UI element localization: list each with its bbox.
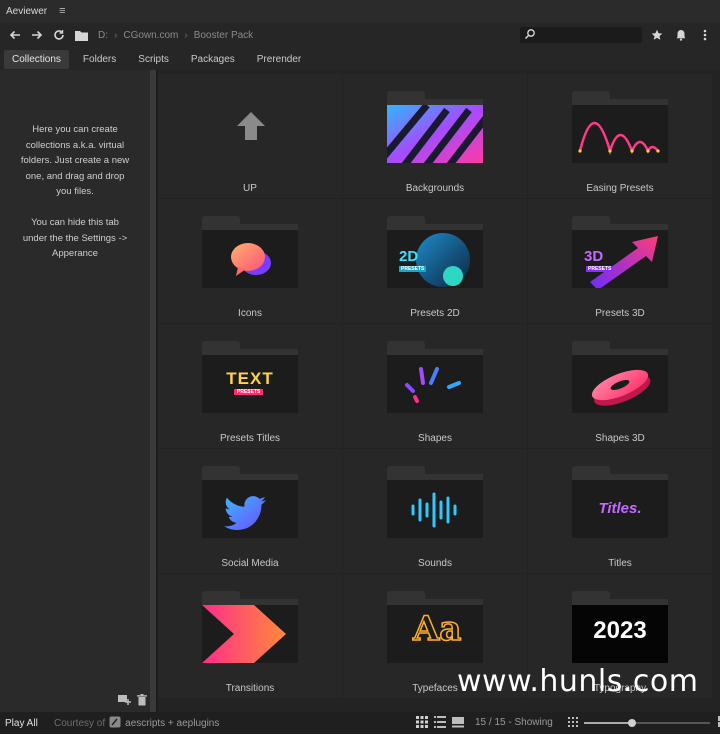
chevron-right-icon: › bbox=[184, 29, 188, 41]
grid-item-label: Shapes 3D bbox=[595, 433, 645, 444]
presets-3d-subbadge: PRESETS bbox=[586, 266, 614, 272]
grid-item-sounds[interactable]: Sounds bbox=[343, 449, 528, 574]
breadcrumb: D: › CGown.com › Booster Pack bbox=[98, 30, 253, 41]
grid-item-titles[interactable]: Titles. Titles bbox=[528, 449, 713, 574]
zoom-slider[interactable] bbox=[584, 716, 712, 730]
star-icon[interactable] bbox=[646, 24, 668, 46]
grid-item-presets-2d[interactable]: 2D PRESETS Presets 2D bbox=[343, 199, 528, 324]
folder-thumbnail: Titles. bbox=[572, 466, 668, 538]
grid-item-presets-3d[interactable]: 3D PRESETS Presets 3D bbox=[528, 199, 713, 324]
folder-thumbnail bbox=[572, 341, 668, 413]
more-vertical-icon[interactable] bbox=[694, 24, 716, 46]
bell-icon[interactable] bbox=[670, 24, 692, 46]
folder-grid: UP Backgrounds Easing Presets Icons 2D P… bbox=[158, 74, 714, 702]
grid-item-label: Shapes bbox=[418, 433, 452, 444]
courtesy-prefix: Courtesy of bbox=[54, 717, 106, 729]
list-view-icon[interactable] bbox=[434, 716, 446, 731]
grid-item-shapes-3d[interactable]: Shapes 3D bbox=[528, 324, 713, 449]
grid-item-up[interactable]: UP bbox=[158, 74, 343, 199]
breadcrumb-folder[interactable]: CGown.com bbox=[123, 30, 178, 41]
item-count: 15 / 15 - Showing bbox=[475, 717, 553, 728]
folder-thumbnail bbox=[387, 341, 483, 413]
typography-badge: 2023 bbox=[593, 617, 647, 644]
grid-item-label: Presets 3D bbox=[595, 308, 645, 319]
grid-item-presets-titles[interactable]: TEXT PRESETS Presets Titles bbox=[158, 324, 343, 449]
search-icon bbox=[524, 28, 536, 43]
title-bar: Aeviewer ≡ bbox=[0, 0, 720, 22]
aescripts-logo-icon bbox=[109, 716, 121, 731]
refresh-icon[interactable] bbox=[48, 24, 70, 46]
grid-item-label: Backgrounds bbox=[405, 183, 465, 194]
folder-thumbnail bbox=[202, 591, 298, 663]
folder-thumbnail: Aa bbox=[387, 591, 483, 663]
grid-item-label: Sounds bbox=[418, 558, 452, 569]
twitter-icon bbox=[224, 496, 266, 530]
toolbar: D: › CGown.com › Booster Pack bbox=[0, 22, 720, 48]
grid-item-label: Transitions bbox=[225, 683, 275, 694]
grid-item-label: Presets 2D bbox=[410, 308, 460, 319]
tab-prerender[interactable]: Prerender bbox=[249, 50, 309, 69]
play-all-button[interactable]: Play All bbox=[0, 718, 46, 729]
grid-item-label: Presets Titles bbox=[219, 433, 281, 444]
text-presets-subbadge: PRESETS bbox=[234, 389, 264, 395]
folder-thumbnail bbox=[572, 91, 668, 163]
tab-collections[interactable]: Collections bbox=[4, 49, 69, 69]
sidebar-help-text: Here you can create collections a.k.a. v… bbox=[20, 124, 130, 259]
tab-scripts[interactable]: Scripts bbox=[130, 50, 177, 69]
small-grid-icon[interactable] bbox=[568, 716, 578, 730]
folder-thumbnail bbox=[202, 466, 298, 538]
grid-item-label: UP bbox=[243, 183, 257, 194]
folder-thumbnail: 2D PRESETS bbox=[387, 216, 483, 288]
presets-2d-subbadge: PRESETS bbox=[399, 266, 427, 272]
grid-item-transitions[interactable]: Transitions bbox=[158, 574, 343, 699]
folder-thumbnail bbox=[387, 91, 483, 163]
chevron-right-icon: › bbox=[114, 29, 118, 41]
trash-icon[interactable] bbox=[137, 694, 147, 709]
add-collection-icon[interactable] bbox=[118, 694, 131, 709]
folder-thumbnail bbox=[202, 216, 298, 288]
grid-item-backgrounds[interactable]: Backgrounds bbox=[343, 74, 528, 199]
status-bar: Play All Courtesy of aescripts + aeplugi… bbox=[0, 712, 720, 734]
presets-2d-badge: 2D bbox=[399, 248, 419, 265]
forward-arrow-icon[interactable] bbox=[26, 24, 48, 46]
tab-packages[interactable]: Packages bbox=[183, 50, 243, 69]
breadcrumb-drive[interactable]: D: bbox=[98, 30, 108, 41]
grid-item-social-media[interactable]: Social Media bbox=[158, 449, 343, 574]
watermark-text: www.hunls.com bbox=[457, 664, 699, 699]
grid-item-shapes[interactable]: Shapes bbox=[343, 324, 528, 449]
breadcrumb-current[interactable]: Booster Pack bbox=[194, 30, 253, 41]
hamburger-icon[interactable]: ≡ bbox=[59, 5, 65, 17]
collections-sidebar: Here you can create collections a.k.a. v… bbox=[0, 70, 150, 712]
zoom-slider-handle[interactable] bbox=[627, 719, 636, 727]
folder-thumbnail: 3D PRESETS bbox=[572, 216, 668, 288]
grid-item-easing-presets[interactable]: Easing Presets bbox=[528, 74, 713, 199]
grid-view-icon[interactable] bbox=[416, 716, 428, 731]
tab-folders[interactable]: Folders bbox=[75, 50, 124, 69]
app-title: Aeviewer bbox=[6, 5, 48, 17]
folder-thumbnail: TEXT PRESETS bbox=[202, 341, 298, 413]
large-view-icon[interactable] bbox=[452, 716, 464, 731]
search-input[interactable] bbox=[520, 27, 642, 43]
folder-thumbnail bbox=[387, 466, 483, 538]
zoom-control bbox=[568, 716, 720, 730]
tab-bar: Collections Folders Scripts Packages Pre… bbox=[0, 48, 720, 70]
courtesy-credit: Courtesy of aescripts + aeplugins bbox=[54, 716, 219, 731]
back-arrow-icon[interactable] bbox=[4, 24, 26, 46]
typefaces-badge: Aa bbox=[412, 608, 462, 650]
grid-item-label: Easing Presets bbox=[586, 183, 654, 194]
grid-item-label: Titles bbox=[608, 558, 632, 569]
titles-badge: Titles. bbox=[598, 500, 642, 517]
grid-item-label: Icons bbox=[238, 308, 262, 319]
presets-3d-badge: 3D bbox=[584, 248, 604, 265]
up-arrow-icon bbox=[237, 112, 265, 140]
panel-splitter[interactable] bbox=[150, 70, 158, 712]
grid-item-label: Social Media bbox=[221, 558, 279, 569]
folder-icon[interactable] bbox=[70, 24, 92, 46]
courtesy-brand[interactable]: aescripts + aeplugins bbox=[125, 718, 219, 729]
folder-thumbnail: 2023 bbox=[572, 591, 668, 663]
text-presets-badge: TEXT bbox=[226, 369, 274, 388]
grid-item-icons[interactable]: Icons bbox=[158, 199, 343, 324]
